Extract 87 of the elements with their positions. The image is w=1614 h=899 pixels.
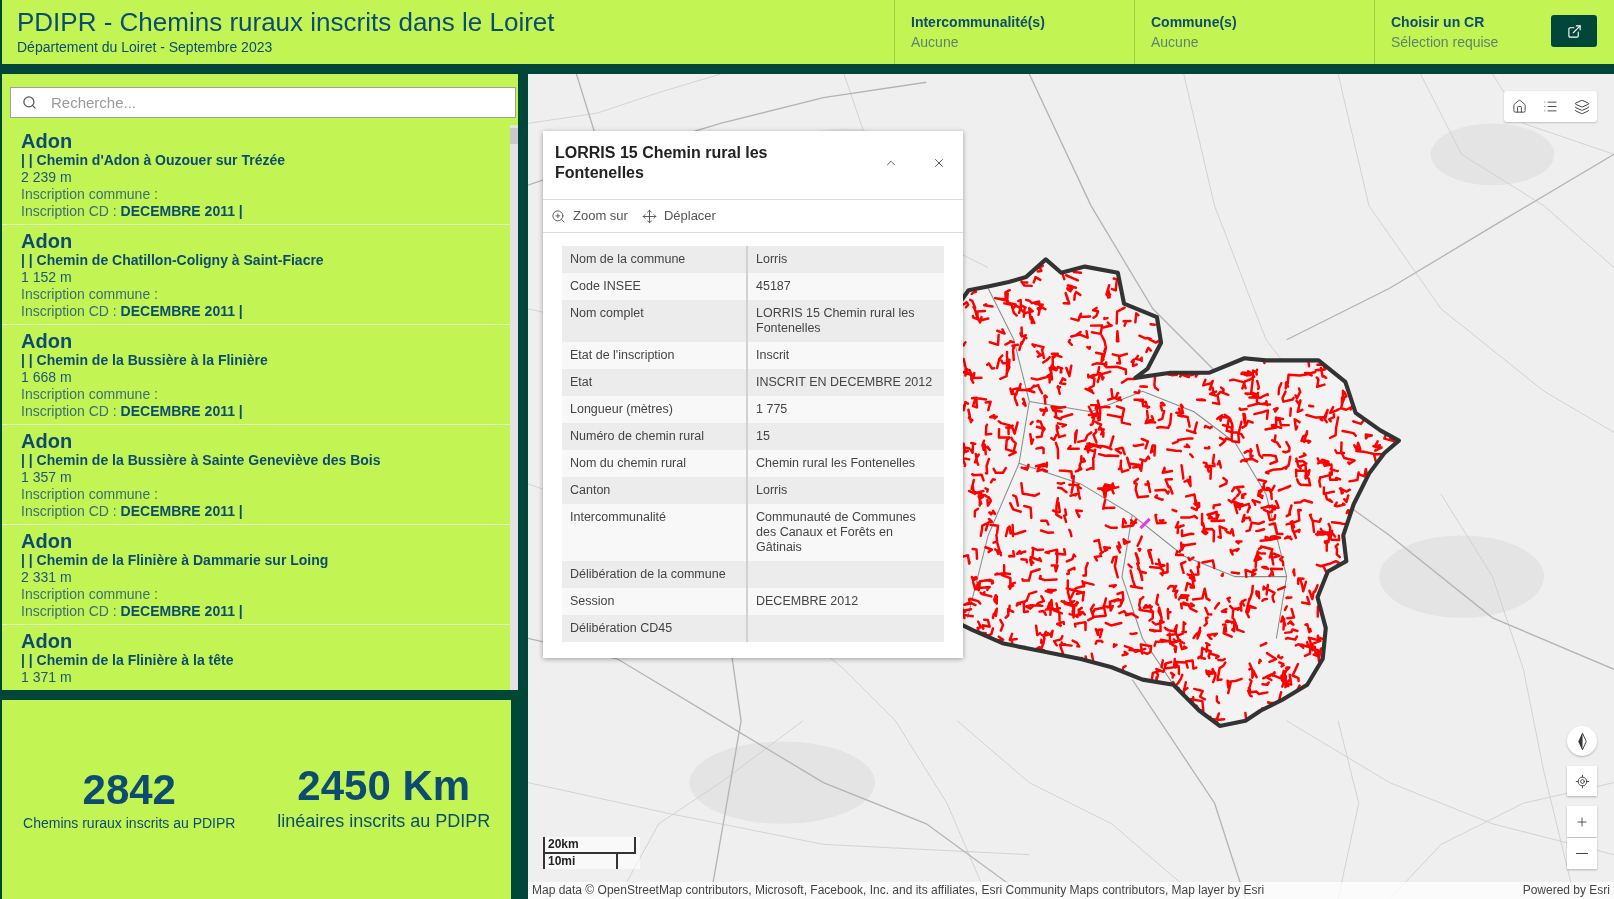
zoom-in-button[interactable] xyxy=(1567,806,1597,837)
plus-icon xyxy=(1575,814,1589,829)
move-icon xyxy=(641,208,657,224)
field-label: Session xyxy=(570,594,615,609)
route-name: | | Chemin de la Bussière à Sainte Geneviève des Bois xyxy=(21,452,381,469)
cd-inscription: Inscription CD : DECEMBRE 2011 | xyxy=(21,503,243,520)
filter-label: Intercommunalité(s) xyxy=(911,13,1045,32)
field-value: 1 775 xyxy=(756,402,788,417)
field-label: Canton xyxy=(570,483,611,498)
open-button[interactable] xyxy=(1551,15,1597,47)
field-label: Intercommunalité xyxy=(570,510,666,526)
powered-by-link[interactable]: Powered by Esri xyxy=(1522,883,1610,898)
field-label: Nom du chemin rural xyxy=(570,456,686,471)
locate-icon xyxy=(1574,773,1590,789)
field-label: Longueur (mètres) xyxy=(570,402,673,417)
field-label: Code INSEE xyxy=(570,279,641,294)
search-icon xyxy=(22,95,37,110)
commune-inscription: Inscription commune : xyxy=(21,486,158,503)
commune-inscription: Inscription commune : xyxy=(21,586,158,603)
field-label: Délibération CD45 xyxy=(570,621,673,636)
compass-button[interactable] xyxy=(1567,726,1597,756)
commune-name: Adon xyxy=(21,130,73,152)
cd-inscription: Inscription CD : DECEMBRE 2011 | xyxy=(21,303,243,320)
route-length: 2 239 m xyxy=(21,169,72,186)
locate-button[interactable] xyxy=(1567,766,1597,796)
route-name: | | Chemin de la Flinière à Dammarie sur Loing xyxy=(21,552,329,569)
list-icon xyxy=(1543,99,1558,114)
close-icon xyxy=(932,156,946,170)
commune-inscription: Inscription commune : xyxy=(21,286,158,303)
field-label: Etat de l'inscription xyxy=(570,348,675,363)
field-value: 45187 xyxy=(756,279,791,294)
zoom-in-icon xyxy=(551,208,566,224)
filter-label: Commune(s) xyxy=(1151,13,1237,32)
minus-icon xyxy=(1576,852,1588,855)
field-value: DECEMBRE 2012 xyxy=(756,594,859,609)
field-label: Etat xyxy=(570,375,593,390)
field-value: Inscrit xyxy=(756,348,790,363)
stat-value: 2450 Km xyxy=(297,763,471,808)
stat-label: Chemins ruraux inscrits au PDIPR xyxy=(23,813,236,832)
route-length: 2 331 m xyxy=(21,569,72,586)
field-value: Lorris xyxy=(756,252,788,267)
field-value: Communauté de Communes des Canaux et Forêts en Gâtinais xyxy=(756,510,917,555)
popup-action[interactable]: Déplacer xyxy=(635,203,722,229)
external-link-icon xyxy=(1566,23,1582,39)
field-label: Nom de la commune xyxy=(570,252,686,267)
commune-name: Adon xyxy=(21,330,73,352)
attribution-text: Map data © OpenStreetMap contributors, Microsoft, Facebook, Inc. and its affiliates, Esri Community Maps contributors, Map layer by Esri xyxy=(532,883,1265,898)
cd-inscription: Inscription CD : DECEMBRE 2011 | xyxy=(21,603,243,620)
popup-title: LORRIS 15 Chemin rural les Fontenelles xyxy=(555,143,769,183)
cd-inscription: Inscription CD : DECEMBRE 2011 | xyxy=(21,203,243,220)
stat-label: linéaires inscrits au PDIPR xyxy=(277,809,491,832)
commune-inscription: Inscription commune : xyxy=(21,386,158,403)
route-length: 1 371 m xyxy=(21,669,72,686)
commune-name: Adon xyxy=(21,630,73,652)
commune-name: Adon xyxy=(21,530,73,552)
commune-name: Adon xyxy=(21,430,73,452)
scale-label-metric: 20km xyxy=(543,837,636,854)
app-title: PDIPR - Chemins ruraux inscrits dans le Loiret xyxy=(17,6,555,38)
commune-inscription: Inscription commune : xyxy=(21,186,158,203)
cd-inscription: Inscription CD : DECEMBRE 2011 | xyxy=(21,403,243,420)
field-label: Nom complet xyxy=(570,306,644,322)
route-length: 1 152 m xyxy=(21,269,72,286)
field-label: Numéro de chemin rural xyxy=(570,429,705,444)
field-value: INSCRIT EN DECEMBRE 2012 xyxy=(756,375,933,390)
route-length: 1 668 m xyxy=(21,369,72,386)
scale-label-imperial: 10mi xyxy=(543,854,618,869)
popup-action[interactable]: Zoom sur xyxy=(545,203,634,229)
filter-label: Choisir un CR xyxy=(1391,13,1485,32)
field-value: Chemin rural les Fontenelles xyxy=(756,456,916,471)
home-icon xyxy=(1512,99,1527,114)
route-name: | | Chemin de la Bussière à la Flinière xyxy=(21,352,268,369)
scrollbar-thumb[interactable] xyxy=(510,128,518,144)
layers-icon xyxy=(1573,98,1590,115)
field-label: Délibération de la commune xyxy=(570,567,726,582)
field-value: Lorris xyxy=(756,483,788,498)
scrollbar-track[interactable] xyxy=(510,125,518,690)
route-name: | | Chemin d'Adon à Ouzouer sur Trézée xyxy=(21,152,285,169)
route-length: 1 357 m xyxy=(21,469,72,486)
route-name: | | Chemin de la Flinière à la tête xyxy=(21,652,234,669)
app-subtitle: Département du Loiret - Septembre 2023 xyxy=(17,38,273,56)
compass-icon xyxy=(1577,731,1587,751)
field-value: 15 xyxy=(756,429,770,444)
stat-value: 2842 xyxy=(82,767,176,812)
field-value: LORRIS 15 Chemin rural les Fontenelles xyxy=(756,306,916,336)
route-name: | | Chemin de Chatillon-Coligny à Saint-Fiacre xyxy=(21,252,324,269)
search-field[interactable]: Recherche... xyxy=(10,87,516,118)
commune-name: Adon xyxy=(21,230,73,252)
